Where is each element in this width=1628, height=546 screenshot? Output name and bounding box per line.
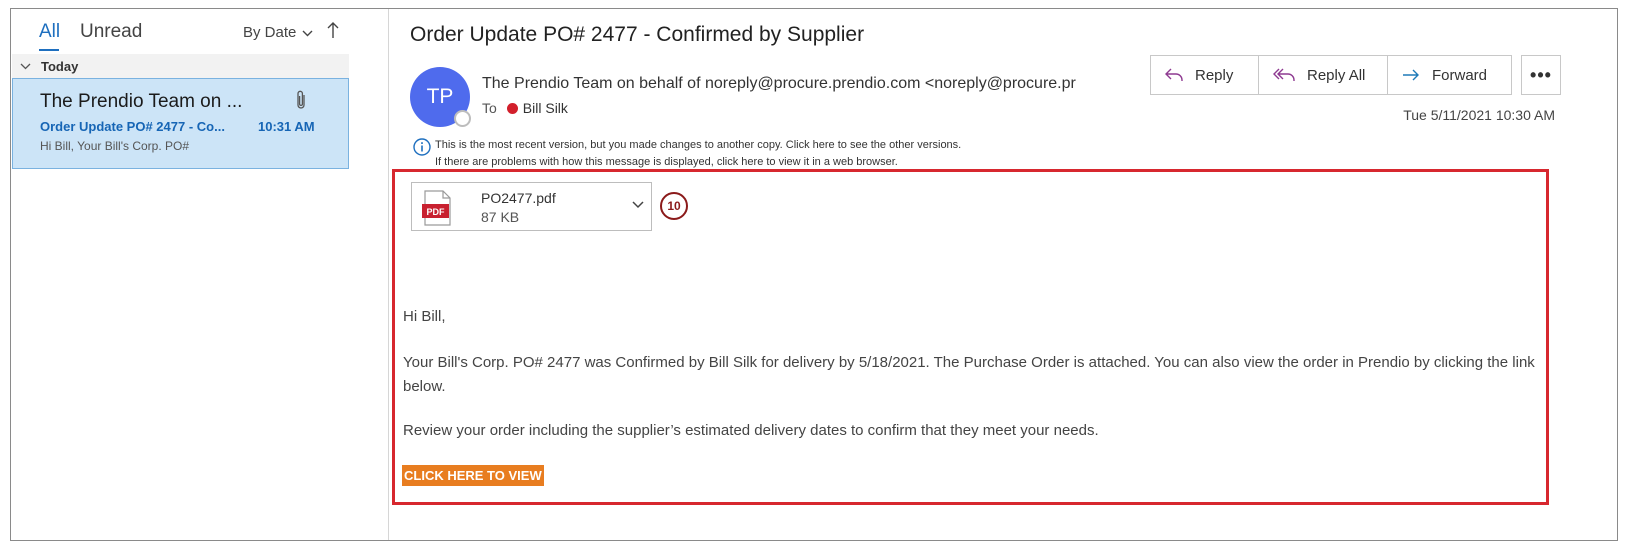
reply-label: Reply [1195,66,1234,84]
message-time: 10:31 AM [258,119,315,134]
active-tab-indicator [39,49,59,51]
tab-all[interactable]: All [39,21,60,43]
message-list-pane: All Unread By Date Today The Prendio Tea… [11,9,389,540]
more-actions-button[interactable]: ••• [1521,55,1561,95]
email-greeting: Hi Bill, [403,308,446,325]
click-here-to-view-button[interactable]: CLICK HERE TO VIEW [402,465,544,486]
reply-actions-bar: Reply Reply All Forward [1150,55,1512,95]
attachment-size: 87 KB [481,209,520,225]
attachment-card[interactable]: PDF PO2477.pdf 87 KB [411,182,652,231]
to-label: To [482,100,497,116]
chevron-down-icon [302,24,313,41]
sender-address[interactable]: The Prendio Team on behalf of noreply@pr… [482,75,1124,93]
forward-label: Forward [1432,66,1488,84]
pdf-type-label: PDF [427,207,446,217]
versions-info-link[interactable]: This is the most recent version, but you… [435,139,961,151]
reading-pane: Order Update PO# 2477 - Confirmed by Sup… [390,9,1617,540]
info-icon [413,138,431,161]
chevron-down-icon[interactable] [632,197,644,212]
view-in-browser-link[interactable]: If there are problems with how this mess… [435,156,898,168]
email-paragraph-1: Your Bill's Corp. PO# 2477 was Confirmed… [403,354,1535,395]
pdf-file-icon: PDF [421,190,453,231]
reply-button[interactable]: Reply [1151,56,1259,94]
outlook-window: All Unread By Date Today The Prendio Tea… [10,8,1618,541]
presence-status-icon [454,110,471,127]
avatar-initials: TP [426,85,454,108]
attachment-name: PO2477.pdf [481,190,556,206]
reply-icon [1165,68,1183,82]
tab-unread[interactable]: Unread [80,21,142,43]
forward-arrow-icon [1402,69,1420,81]
chevron-down-icon [20,59,31,73]
message-subject: Order Update PO# 2477 - Co... [40,119,225,134]
message-sender: The Prendio Team on ... [40,91,243,112]
busy-status-icon [506,102,518,114]
reply-all-label: Reply All [1307,66,1366,84]
sort-label: By Date [243,24,297,41]
reply-all-button[interactable]: Reply All [1259,56,1388,94]
reply-all-icon [1273,68,1295,82]
paperclip-icon [295,89,307,116]
email-subject: Order Update PO# 2477 - Confirmed by Sup… [410,23,865,46]
group-header-today[interactable]: Today [12,54,349,78]
forward-button[interactable]: Forward [1388,56,1511,94]
group-label: Today [41,58,79,74]
email-paragraph-2: Review your order including the supplier… [403,422,1099,439]
list-item[interactable]: The Prendio Team on ... Order Update PO#… [12,78,349,169]
step-number: 10 [667,199,681,213]
more-icon: ••• [1530,64,1552,85]
arrow-up-icon[interactable] [327,21,339,45]
recipient-name[interactable]: Bill Silk [523,100,568,116]
recipient-row: To Bill Silk [482,100,568,116]
received-date: Tue 5/11/2021 10:30 AM [1403,107,1555,123]
sort-by-date-button[interactable]: By Date [243,24,313,41]
message-preview: Hi Bill, Your Bill's Corp. PO# [40,139,190,153]
step-number-badge: 10 [660,192,688,220]
